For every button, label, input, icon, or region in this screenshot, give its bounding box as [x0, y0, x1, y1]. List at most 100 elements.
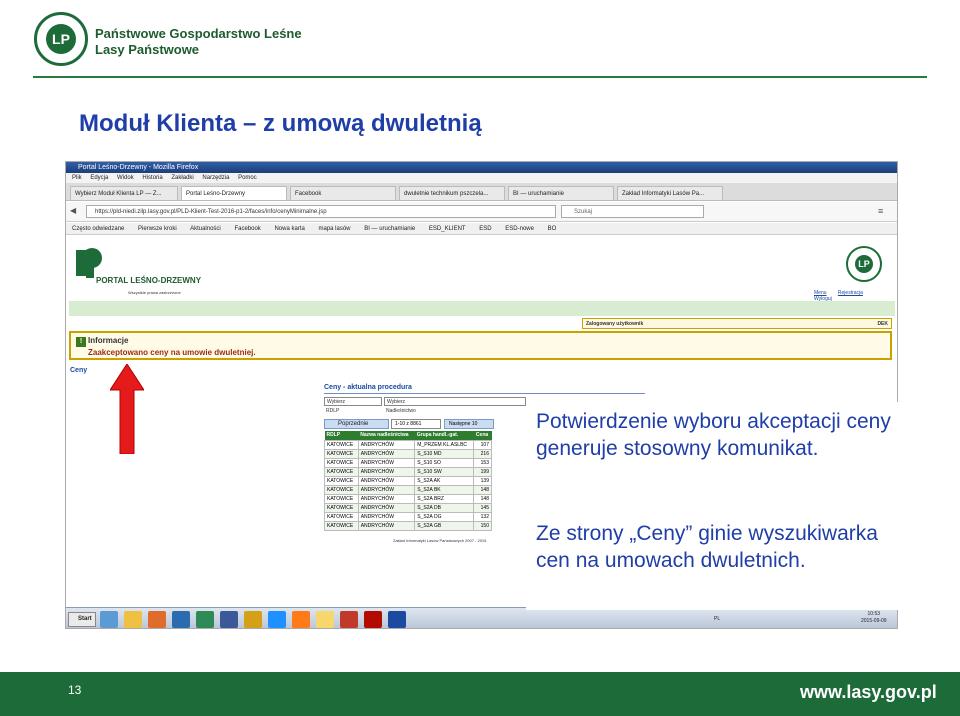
table-cell: KATOWICE — [324, 511, 359, 522]
previous-page-button[interactable]: Poprzednie — [324, 419, 389, 429]
table-row[interactable]: KATOWICE ANDRYCHÓW S_S2A BK 148 — [324, 484, 492, 495]
table-row[interactable]: KATOWICE ANDRYCHÓW M_PRZEM KL.ASLBC 107 — [324, 439, 492, 450]
table-cell: 150 — [473, 520, 492, 531]
mail-icon[interactable] — [316, 611, 334, 628]
next-page-button[interactable]: Następne 10 — [444, 419, 494, 429]
rdlp-label: RDLP — [326, 408, 340, 414]
table-row[interactable]: KATOWICE ANDRYCHÓW S_S2A DG 132 — [324, 511, 492, 522]
bookmark-item[interactable]: Pierwsze kroki — [138, 226, 177, 232]
table-cell: KATOWICE — [324, 484, 359, 495]
login-label: Zalogowany użytkownik — [586, 321, 644, 327]
calc-icon[interactable] — [244, 611, 262, 628]
tray-clock[interactable]: 10:53 2015-09-09 — [861, 611, 887, 625]
media-icon[interactable] — [148, 611, 166, 628]
menu-item[interactable]: Pomoc — [238, 175, 257, 181]
header-divider — [33, 76, 927, 78]
table-cell: S_S2A DB — [414, 502, 475, 513]
table-cell: 107 — [473, 439, 492, 450]
table-row[interactable]: KATOWICE ANDRYCHÓW S_S2A DB 145 — [324, 502, 492, 513]
table-cell: KATOWICE — [324, 475, 359, 486]
col-header[interactable]: Nazwa nadleśnictwa — [358, 431, 415, 440]
col-header[interactable]: Cena — [473, 431, 492, 440]
table-row[interactable]: KATOWICE ANDRYCHÓW S_S2A BRZ 148 — [324, 493, 492, 504]
bookmark-item[interactable]: ESD — [479, 226, 491, 232]
table-cell: S_S10 MD — [414, 448, 475, 459]
ceny-link[interactable]: Ceny — [70, 367, 87, 374]
info-message-box: ! Informacje Zaakceptowano ceny na umowi… — [69, 331, 892, 360]
menu-item[interactable]: Historia — [142, 175, 162, 181]
table-row[interactable]: KATOWICE ANDRYCHÓW S_S2A GB 150 — [324, 520, 492, 531]
col-header[interactable]: RDLP — [324, 431, 359, 440]
price-table: RDLP Nazwa nadleśnictwa Grupa handl.-gat… — [324, 431, 492, 531]
menu-icon[interactable]: ≡ — [878, 206, 883, 216]
pdf-icon[interactable] — [364, 611, 382, 628]
col-header[interactable]: Grupa handl.-gat. — [414, 431, 474, 440]
browser-tab[interactable]: BI — uruchamianie — [508, 186, 614, 200]
table-cell: 148 — [473, 493, 492, 504]
outlook-icon[interactable] — [220, 611, 238, 628]
section-title: Ceny - aktualna procedura — [324, 384, 412, 391]
table-row[interactable]: KATOWICE ANDRYCHÓW S_S10 SW 199 — [324, 466, 492, 477]
table-row[interactable]: KATOWICE ANDRYCHÓW S_S10 MD 216 — [324, 448, 492, 459]
table-cell: ANDRYCHÓW — [357, 475, 416, 486]
info-icon: ! — [76, 337, 86, 347]
rdlp-select[interactable]: Wybierz — [324, 397, 382, 406]
excel-icon[interactable] — [196, 611, 214, 628]
browser-tab[interactable]: dwuletnie technikum pszczela... — [399, 186, 505, 200]
menu-item[interactable]: Edycja — [90, 175, 108, 181]
link-register[interactable]: Rejestracja — [838, 290, 863, 296]
browser-tab[interactable]: Wybierz Moduł Klienta LP — Z... — [70, 186, 178, 200]
table-row[interactable]: KATOWICE ANDRYCHÓW S_S10 SO 153 — [324, 457, 492, 468]
app-icon[interactable] — [388, 611, 406, 628]
table-cell: S_S2A BRZ — [414, 493, 475, 504]
menu-item[interactable]: Zakładki — [171, 175, 193, 181]
clock-date: 2015-09-09 — [861, 618, 887, 624]
tray-language[interactable]: PL — [714, 616, 720, 622]
table-row[interactable]: KATOWICE ANDRYCHÓW S_S2A AK 139 — [324, 475, 492, 486]
login-suffix: DEK — [877, 321, 888, 327]
bookmark-item[interactable]: BO — [548, 226, 557, 232]
menu-item[interactable]: Narzędzia — [202, 175, 229, 181]
bookmark-item[interactable]: Aktualności — [190, 226, 221, 232]
explorer-icon[interactable] — [100, 611, 118, 628]
firefox-icon[interactable] — [292, 611, 310, 628]
bookmark-item[interactable]: ESD_KLIENT — [429, 226, 466, 232]
table-cell: KATOWICE — [324, 502, 359, 513]
browser-tab-active[interactable]: Portal Leśno-Drzewny — [181, 186, 287, 200]
folder-icon[interactable] — [124, 611, 142, 628]
word-icon[interactable] — [172, 611, 190, 628]
url-bar[interactable]: https://pld-niedi.zilp.lasy.gov.pl/PLD-K… — [86, 205, 556, 218]
page-range-select[interactable]: 1-10 z 8861 — [391, 419, 441, 429]
bookmarks-bar: Często odwiedzane Pierwsze kroki Aktualn… — [66, 223, 897, 235]
ie-icon[interactable] — [268, 611, 286, 628]
start-button[interactable]: Start — [68, 612, 96, 627]
bookmark-item[interactable]: Nowa karta — [274, 226, 304, 232]
powerpoint-icon[interactable] — [340, 611, 358, 628]
browser-tab[interactable]: Zakład Informatyki Lasów Pa... — [617, 186, 723, 200]
menu-item[interactable]: Plik — [72, 175, 82, 181]
clock-time: 10:53 — [867, 611, 881, 617]
table-cell: 139 — [473, 475, 492, 486]
table-cell: S_S10 SW — [414, 466, 475, 477]
info-title: Informacje — [88, 336, 129, 345]
table-cell: ANDRYCHÓW — [357, 511, 416, 522]
page-footer-text: Zakład Informatyki Lasów Państwowych 200… — [393, 538, 487, 543]
red-arrow-up-icon — [110, 364, 144, 454]
nadlesnictwo-select[interactable]: Wybierz — [384, 397, 526, 406]
table-cell: 153 — [473, 457, 492, 468]
bookmark-item[interactable]: Często odwiedzane — [72, 226, 124, 232]
bookmark-item[interactable]: ESD-nowe — [505, 226, 534, 232]
bookmark-item[interactable]: BI — uruchamianie — [364, 226, 415, 232]
table-cell: S_S2A DG — [414, 511, 475, 522]
menu-item[interactable]: Widok — [117, 175, 134, 181]
back-icon[interactable]: ◀ — [70, 206, 76, 215]
bookmark-item[interactable]: mapa lasów — [319, 226, 351, 232]
table-cell: M_PRZEM KL.ASLBC — [414, 439, 475, 450]
browser-tab[interactable]: Facebook — [290, 186, 396, 200]
search-input[interactable]: Szukaj — [561, 205, 704, 218]
table-cell: KATOWICE — [324, 520, 359, 531]
bookmark-item[interactable]: Facebook — [234, 226, 260, 232]
table-cell: ANDRYCHÓW — [357, 439, 416, 450]
lp-badge-logo: LP — [846, 246, 882, 282]
organization-name: Państwowe Gospodarstwo Leśne Lasy Państw… — [95, 26, 302, 58]
